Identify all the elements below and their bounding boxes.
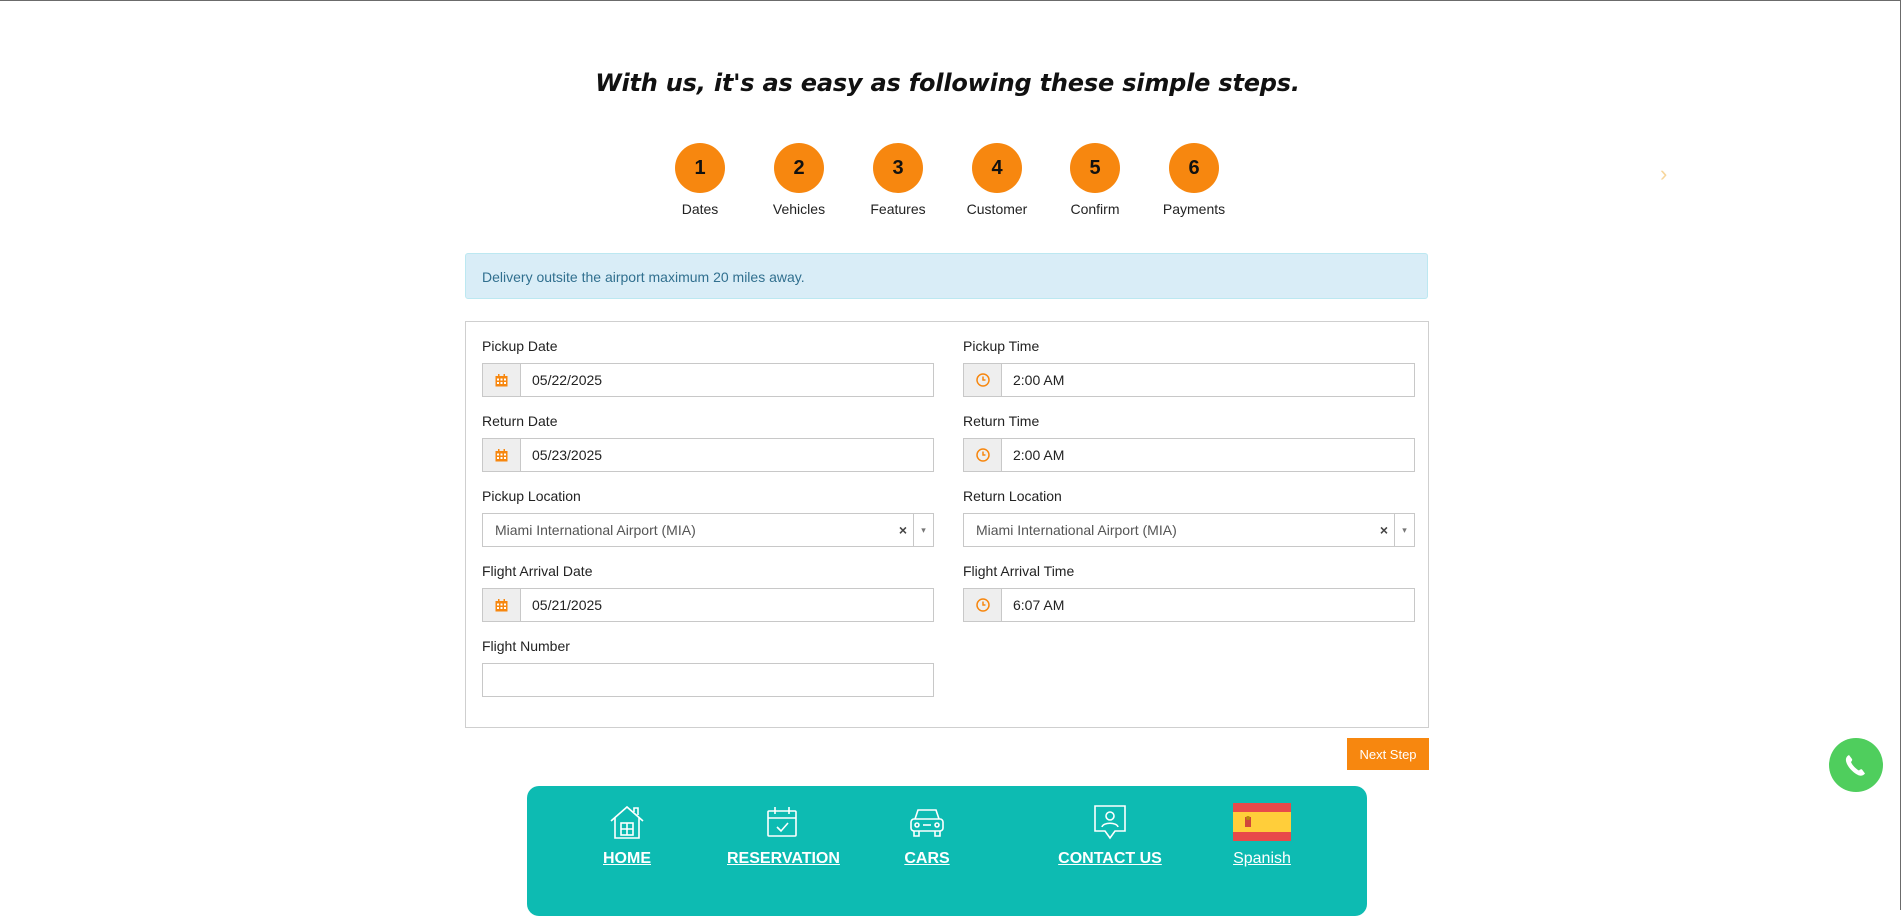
- return-date-field[interactable]: [482, 438, 934, 472]
- nav-cars-label[interactable]: CARS: [897, 850, 957, 868]
- flight-number-label: Flight Number: [482, 638, 570, 654]
- bottom-navigation: HOME RESERVATION CARS CONTACT US Spanish: [527, 786, 1367, 916]
- step-number[interactable]: 4: [972, 143, 1022, 193]
- pickup-location-select[interactable]: Miami International Airport (MIA) × ▾: [482, 513, 934, 547]
- nav-contact-label[interactable]: CONTACT US: [1055, 850, 1165, 868]
- house-icon: [589, 802, 665, 842]
- step-confirm[interactable]: 5 Confirm: [1045, 143, 1145, 217]
- calendar-check-icon: [727, 802, 837, 842]
- step-label: Payments: [1162, 201, 1226, 217]
- step-payments[interactable]: 6 Payments: [1144, 143, 1244, 217]
- reservation-form: Pickup Date Pickup Time Return Date Retu…: [465, 321, 1429, 728]
- return-location-value: Miami International Airport (MIA): [976, 522, 1177, 538]
- step-customer[interactable]: 4 Customer: [947, 143, 1047, 217]
- step-number[interactable]: 6: [1169, 143, 1219, 193]
- flight-arrival-date-input[interactable]: [521, 589, 933, 621]
- info-alert: Delivery outsite the airport maximum 20 …: [465, 253, 1428, 299]
- pickup-location-label: Pickup Location: [482, 488, 581, 504]
- step-label: Customer: [966, 201, 1028, 217]
- return-location-select[interactable]: Miami International Airport (MIA) × ▾: [963, 513, 1415, 547]
- step-number[interactable]: 5: [1070, 143, 1120, 193]
- flight-arrival-date-field[interactable]: [482, 588, 934, 622]
- return-date-input[interactable]: [521, 439, 933, 471]
- chevron-down-icon[interactable]: ▾: [1394, 514, 1414, 546]
- clear-icon[interactable]: ×: [893, 522, 913, 538]
- car-icon: [897, 802, 957, 842]
- step-number[interactable]: 2: [774, 143, 824, 193]
- next-step-button[interactable]: Next Step: [1347, 738, 1429, 770]
- calendar-icon[interactable]: [483, 439, 521, 471]
- return-location-label: Return Location: [963, 488, 1062, 504]
- return-time-label: Return Time: [963, 413, 1040, 429]
- flight-arrival-time-label: Flight Arrival Time: [963, 563, 1075, 579]
- nav-reservation[interactable]: RESERVATION: [727, 802, 840, 868]
- nav-home-label[interactable]: HOME: [589, 850, 665, 868]
- step-label: Dates: [681, 201, 719, 217]
- clear-icon[interactable]: ×: [1374, 522, 1394, 538]
- step-dates[interactable]: 1 Dates: [650, 143, 750, 217]
- nav-language[interactable]: Spanish: [1227, 802, 1297, 868]
- step-vehicles[interactable]: 2 Vehicles: [749, 143, 849, 217]
- whatsapp-icon[interactable]: [1829, 738, 1883, 792]
- clock-icon[interactable]: [964, 439, 1002, 471]
- flight-number-input[interactable]: [483, 664, 933, 696]
- page-headline: With us, it's as easy as following these…: [595, 69, 1300, 97]
- clock-icon[interactable]: [964, 364, 1002, 396]
- contact-icon: [1055, 802, 1165, 842]
- chevron-down-icon[interactable]: ▾: [913, 514, 933, 546]
- nav-reservation-label[interactable]: RESERVATION: [727, 850, 840, 868]
- pickup-time-field[interactable]: [963, 363, 1415, 397]
- pickup-date-input[interactable]: [521, 364, 933, 396]
- pickup-date-label: Pickup Date: [482, 338, 558, 354]
- pickup-time-label: Pickup Time: [963, 338, 1040, 354]
- nav-language-label[interactable]: Spanish: [1227, 850, 1297, 868]
- nav-cars[interactable]: CARS: [897, 802, 957, 868]
- flight-number-field[interactable]: [482, 663, 934, 697]
- spain-flag-icon: [1227, 802, 1297, 842]
- calendar-icon[interactable]: [483, 364, 521, 396]
- flight-arrival-date-label: Flight Arrival Date: [482, 563, 593, 579]
- clock-icon[interactable]: [964, 589, 1002, 621]
- step-label: Confirm: [1070, 201, 1120, 217]
- step-label: Vehicles: [772, 201, 826, 217]
- step-number[interactable]: 1: [675, 143, 725, 193]
- step-label: Features: [870, 201, 926, 217]
- nav-home[interactable]: HOME: [589, 802, 665, 868]
- step-number[interactable]: 3: [873, 143, 923, 193]
- pickup-date-field[interactable]: [482, 363, 934, 397]
- nav-contact[interactable]: CONTACT US: [1055, 802, 1165, 868]
- pickup-time-input[interactable]: [1002, 364, 1414, 396]
- return-date-label: Return Date: [482, 413, 558, 429]
- calendar-icon[interactable]: [483, 589, 521, 621]
- chevron-right-icon[interactable]: ›: [1660, 161, 1667, 187]
- return-time-input[interactable]: [1002, 439, 1414, 471]
- return-time-field[interactable]: [963, 438, 1415, 472]
- flight-arrival-time-field[interactable]: [963, 588, 1415, 622]
- step-features[interactable]: 3 Features: [848, 143, 948, 217]
- pickup-location-value: Miami International Airport (MIA): [495, 522, 696, 538]
- flight-arrival-time-input[interactable]: [1002, 589, 1414, 621]
